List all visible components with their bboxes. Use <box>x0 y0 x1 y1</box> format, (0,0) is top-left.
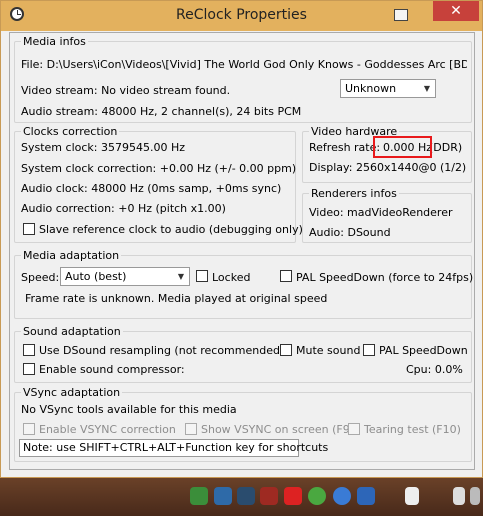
help-button[interactable] <box>394 9 408 21</box>
properties-panel: Media infos File: D:\Users\iCon\Videos\[… <box>9 32 475 470</box>
speed-label: Speed: <box>21 271 60 284</box>
group-title: Sound adaptation <box>21 325 123 338</box>
window-title: ReClock Properties <box>176 7 307 23</box>
dsound-resampling-checkbox[interactable] <box>23 344 35 356</box>
media-adaptation-status: Frame rate is unknown. Media played at o… <box>25 292 328 305</box>
pal-speeddown-label: PAL SpeedDown (force to 24fps) <box>296 271 474 284</box>
record-icon[interactable] <box>284 487 302 505</box>
green-icon[interactable] <box>308 487 326 505</box>
media-infos-group: Media infos File: D:\Users\iCon\Videos\[… <box>14 35 472 123</box>
tearing-test-label: Tearing test (F10) <box>364 423 461 436</box>
file-path: File: D:\Users\iCon\Videos\[Vivid] The W… <box>21 58 467 71</box>
audio-correction: Audio correction: +0 Hz (pitch x1.00) <box>21 202 226 215</box>
slave-clock-checkbox[interactable] <box>23 223 35 235</box>
volume-icon[interactable] <box>453 487 465 505</box>
renderers-infos-group: Renderers infos Video: madVideoRenderer … <box>302 187 472 243</box>
tearing-test-checkbox[interactable] <box>348 423 360 435</box>
media-adaptation-group: Media adaptation Speed: Auto (best) ▼ Lo… <box>14 249 474 319</box>
sound-pal-speeddown-label: PAL SpeedDown <box>379 344 468 357</box>
speed-select[interactable]: Auto (best) ▼ <box>60 267 190 286</box>
browser-icon[interactable] <box>333 487 351 505</box>
title-bar[interactable]: ReClock Properties ✕ <box>1 1 482 31</box>
chevron-down-icon: ▼ <box>423 84 431 93</box>
clocks-correction-group: Clocks correction System clock: 3579545.… <box>14 125 303 243</box>
refresh-rate-mode: (DDR) <box>429 141 463 154</box>
tool-icon[interactable] <box>237 487 255 505</box>
video-hardware-group: Video hardware Refresh rate: 0.000 Hz (D… <box>302 125 472 183</box>
group-title: Renderers infos <box>309 187 399 200</box>
sound-compressor-checkbox[interactable] <box>23 363 35 375</box>
mute-sound-label: Mute sound <box>296 344 361 357</box>
show-vsync-label: Show VSYNC on screen (F9) <box>201 423 354 436</box>
vsync-status: No VSync tools available for this media <box>21 403 237 416</box>
utorrent-icon[interactable] <box>190 487 208 505</box>
group-title: Media adaptation <box>21 249 122 262</box>
pal-speeddown-checkbox[interactable] <box>280 270 292 282</box>
vsync-adaptation-group: VSync adaptation No VSync tools availabl… <box>14 386 472 462</box>
enable-vsync-label: Enable VSYNC correction <box>39 423 176 436</box>
wifi-icon[interactable] <box>405 487 419 505</box>
system-clock-correction: System clock correction: +0.00 Hz (+/- 0… <box>21 162 297 175</box>
flag-icon[interactable] <box>470 487 480 505</box>
shortcut-note: Note: use SHIFT+CTRL+ALT+Function key fo… <box>19 439 328 457</box>
video-stream-info: Video stream: No video stream found. <box>21 84 231 97</box>
system-clock: System clock: 3579545.00 Hz <box>21 141 185 154</box>
highlight-box <box>373 136 432 158</box>
close-button[interactable]: ✕ <box>433 1 479 21</box>
video-renderer: Video: madVideoRenderer <box>309 206 453 219</box>
display-info: Display: 2560x1440@0 (1/2) <box>309 161 467 174</box>
stream-select-value: Unknown <box>345 82 397 95</box>
sound-compressor-label: Enable sound compressor: <box>39 363 185 376</box>
enable-vsync-checkbox[interactable] <box>23 423 35 435</box>
ffu-icon[interactable] <box>260 487 278 505</box>
chevron-down-icon: ▼ <box>177 272 185 281</box>
refresh-rate-label: Refresh rate: <box>309 141 381 154</box>
cpu-usage: Cpu: 0.0% <box>406 363 463 376</box>
audio-stream-info: Audio stream: 48000 Hz, 2 channel(s), 24… <box>21 105 302 118</box>
dsound-resampling-label: Use DSound resampling (not recommended) <box>39 344 285 357</box>
app-icon[interactable] <box>214 487 232 505</box>
audio-renderer: Audio: DSound <box>309 226 391 239</box>
close-icon: ✕ <box>450 3 462 19</box>
arrow-icon[interactable] <box>357 487 375 505</box>
audio-clock: Audio clock: 48000 Hz (0ms samp, +0ms sy… <box>21 182 282 195</box>
show-vsync-checkbox[interactable] <box>185 423 197 435</box>
locked-label: Locked <box>212 271 251 284</box>
speed-select-value: Auto (best) <box>65 270 127 283</box>
slave-clock-label: Slave reference clock to audio (debuggin… <box>39 223 303 236</box>
reclock-properties-window: ReClock Properties ✕ Media infos File: D… <box>0 0 483 478</box>
group-title: VSync adaptation <box>21 386 123 399</box>
group-title: Clocks correction <box>21 125 120 138</box>
locked-checkbox[interactable] <box>196 270 208 282</box>
sound-adaptation-group: Sound adaptation Use DSound resampling (… <box>14 325 472 383</box>
mute-sound-checkbox[interactable] <box>280 344 292 356</box>
group-title: Media infos <box>21 35 88 48</box>
stream-select[interactable]: Unknown ▼ <box>340 79 436 98</box>
sound-pal-speeddown-checkbox[interactable] <box>363 344 375 356</box>
